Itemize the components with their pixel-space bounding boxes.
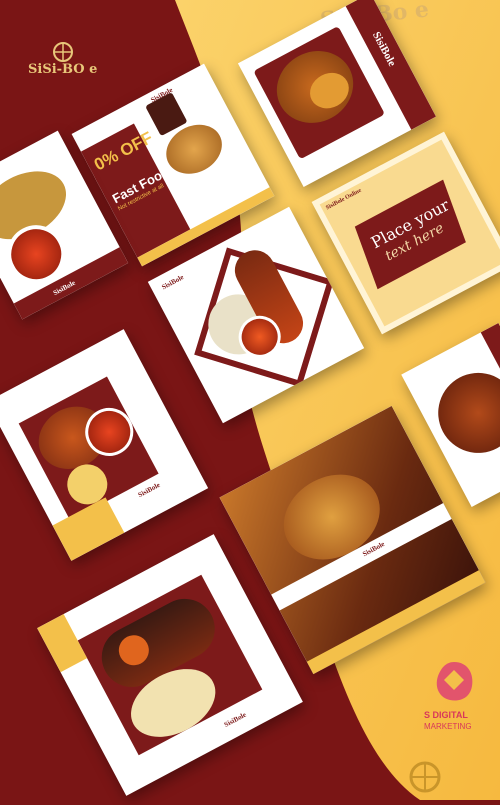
brand-logo-left: SiSi-BO e <box>28 40 98 90</box>
agency-name: S DIGITAL <box>424 710 468 720</box>
agency-logo-icon <box>436 662 473 701</box>
agency-sub: MARKETING <box>424 722 472 731</box>
emblem-icon <box>409 761 441 793</box>
agency-badge: S DIGITAL MARKETING <box>420 660 495 750</box>
